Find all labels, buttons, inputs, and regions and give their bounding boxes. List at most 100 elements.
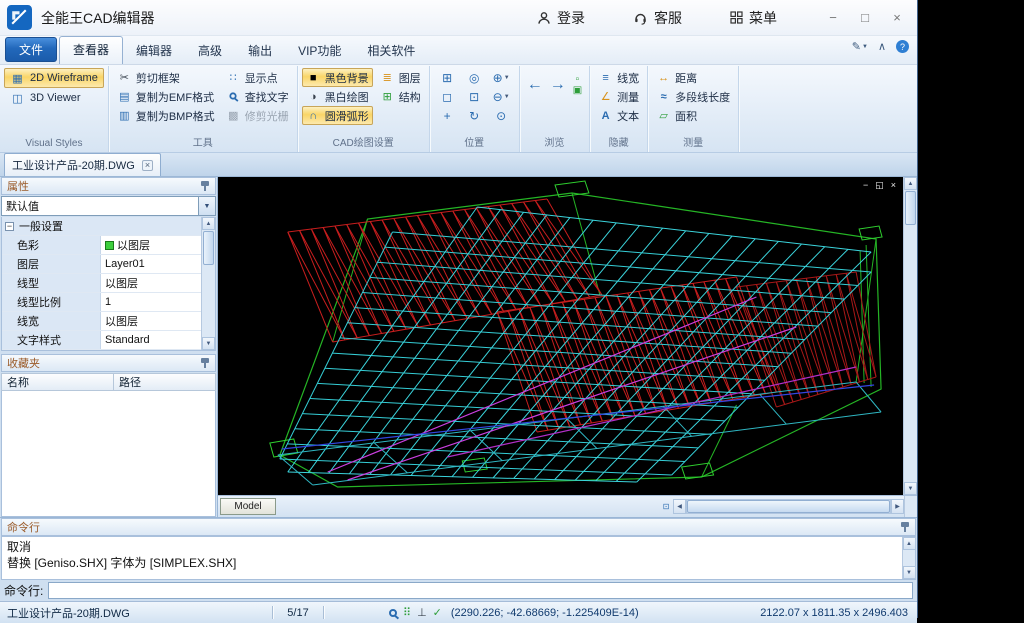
pan-button[interactable]: ⊞ [434, 68, 461, 87]
scroll-down-icon[interactable]: ▼ [904, 482, 917, 495]
measure-toggle-button[interactable]: ∠ 测量 [594, 87, 643, 106]
text-toggle-button[interactable]: A 文本 [594, 106, 643, 125]
collapse-ribbon-button[interactable]: ∧ [878, 40, 886, 53]
scroll-thumb[interactable] [905, 191, 916, 225]
quick-style-button[interactable]: ✎ ▼ [852, 40, 868, 53]
3d-viewer-button[interactable]: ◫ 3D Viewer [4, 88, 104, 108]
drawing-canvas[interactable]: − ◱ × [218, 177, 903, 495]
pin-icon[interactable] [200, 180, 210, 192]
zoom-all-button[interactable]: + [434, 106, 461, 125]
center-view-button[interactable]: ⊙ [488, 106, 515, 125]
black-background-button[interactable]: ■ 黑色背景 [302, 68, 373, 87]
collapse-box-icon[interactable] [5, 222, 14, 231]
pages-icon[interactable]: ▣ [573, 85, 582, 96]
maximize-button[interactable]: □ [849, 5, 881, 31]
favorites-col-path[interactable]: 路径 [113, 373, 216, 391]
layout-options-icon[interactable]: ⊡ [659, 499, 673, 514]
property-value[interactable]: 以图层 [101, 312, 201, 330]
document-tab[interactable]: 工业设计产品-20期.DWG × [4, 153, 161, 176]
command-input[interactable] [48, 582, 913, 599]
command-scrollbar[interactable]: ▲ ▼ [902, 537, 915, 579]
close-button[interactable]: × [881, 5, 913, 31]
viewport-restore-icon[interactable]: ◱ [875, 180, 884, 190]
scroll-thumb[interactable] [687, 500, 890, 513]
layers-button[interactable]: ≣ 图层 [376, 68, 425, 87]
line-width-button[interactable]: ≡ 线宽 [594, 68, 643, 87]
grid-snap-icon[interactable]: ⠿ [403, 606, 411, 619]
property-value[interactable]: Standard [101, 331, 201, 349]
viewport-close-icon[interactable]: × [891, 180, 896, 190]
chevron-down-icon[interactable]: ▼ [198, 197, 215, 215]
scroll-up-icon[interactable]: ▲ [903, 537, 916, 550]
property-grid-scrollbar[interactable]: ▲ ▼ [201, 217, 215, 350]
rotate-view-button[interactable]: ↻ [461, 106, 488, 125]
viewport-minimize-icon[interactable]: − [863, 180, 868, 190]
pin-icon[interactable] [900, 521, 910, 533]
distance-button[interactable]: ↔ 距离 [652, 68, 734, 87]
area-button[interactable]: ▱ 面积 [652, 106, 734, 125]
bw-drawing-button[interactable]: ◑ 黑白绘图 [302, 87, 373, 106]
scroll-right-icon[interactable]: ▶ [891, 499, 904, 514]
3d-viewer-label: 3D Viewer [30, 92, 81, 104]
property-preset-dropdown[interactable]: 默认值 ▼ [1, 196, 216, 216]
support-button[interactable]: 客服 [625, 3, 690, 33]
scroll-up-icon[interactable]: ▲ [904, 177, 917, 190]
command-line-1: 取消 [7, 539, 899, 555]
trim-raster-button[interactable]: ▩ 修剪光栅 [222, 106, 293, 125]
2d-wireframe-button[interactable]: ▦ 2D Wireframe [4, 68, 104, 88]
pin-icon[interactable] [200, 357, 210, 369]
property-grid: 一般设置 色彩 以图层 图层 Layer01 线型 [1, 217, 216, 351]
structure-button[interactable]: ⊞ 结构 [376, 87, 425, 106]
horizontal-scrollbar[interactable] [686, 499, 891, 514]
tab-output[interactable]: 输出 [235, 38, 285, 64]
copy-bmp-button[interactable]: ▥ 复制为BMP格式 [113, 106, 219, 125]
scroll-thumb[interactable] [203, 231, 214, 265]
scroll-down-icon[interactable]: ▼ [903, 566, 916, 579]
zoom-extents-button[interactable]: ◻ [434, 87, 461, 106]
back-button[interactable]: ← [527, 77, 543, 93]
property-name: 线宽 [2, 312, 101, 330]
forward-button[interactable]: → [550, 77, 566, 93]
find-text-button[interactable]: 查找文字 [222, 87, 293, 106]
vertical-scrollbar[interactable]: ▲ ▼ [903, 177, 917, 495]
scroll-down-icon[interactable]: ▼ [202, 337, 215, 350]
tab-viewer[interactable]: 查看器 [59, 36, 123, 64]
clip-frame-button[interactable]: ✂ 剪切框架 [113, 68, 219, 87]
tab-advanced[interactable]: 高级 [185, 38, 235, 64]
magnifier-icon[interactable] [389, 609, 397, 617]
menu-button[interactable]: 菜单 [722, 3, 785, 33]
zoom-window-button[interactable]: ◎ [461, 68, 488, 87]
show-points-button[interactable]: ∷ 显示点 [222, 68, 293, 87]
zoom-in-button[interactable]: ⊕▼ [488, 68, 515, 87]
zoom-out-button[interactable]: ⊖▼ [488, 87, 515, 106]
property-value[interactable]: 以图层 [101, 236, 201, 254]
document-tab-close-icon[interactable]: × [142, 160, 153, 171]
property-value[interactable]: 1 [101, 293, 201, 311]
command-history[interactable]: 取消 替换 [Geniso.SHX] 字体为 [SIMPLEX.SHX] ▲ ▼ [1, 536, 916, 580]
ortho-icon[interactable]: ⊥ [417, 606, 427, 619]
page-icon[interactable]: ▫ [573, 74, 582, 85]
smooth-arc-button[interactable]: ∩ 圆滑弧形 [302, 106, 373, 125]
property-name: 线型比例 [2, 293, 101, 311]
property-group-row[interactable]: 一般设置 [2, 217, 201, 236]
favorites-list[interactable] [1, 391, 216, 517]
zoom-selected-button[interactable]: ⊡ [461, 87, 488, 106]
copy-emf-button[interactable]: ▤ 复制为EMF格式 [113, 87, 219, 106]
tab-file[interactable]: 文件 [5, 37, 57, 62]
favorites-col-name[interactable]: 名称 [1, 373, 114, 391]
tab-editor[interactable]: 编辑器 [123, 38, 185, 64]
check-icon[interactable]: ✓ [433, 606, 442, 619]
help-button[interactable]: ? [896, 40, 909, 53]
property-name: 文字样式 [2, 331, 101, 349]
property-value[interactable]: 以图层 [101, 274, 201, 292]
scroll-left-icon[interactable]: ◀ [673, 499, 686, 514]
polyline-length-button[interactable]: ≈ 多段线长度 [652, 87, 734, 106]
tab-vip[interactable]: VIP功能 [285, 38, 354, 64]
minimize-button[interactable]: − [817, 5, 849, 31]
scroll-up-icon[interactable]: ▲ [202, 217, 215, 230]
model-tab[interactable]: Model [220, 498, 276, 515]
color-swatch [105, 241, 114, 250]
login-button[interactable]: 登录 [529, 3, 593, 33]
tab-related[interactable]: 相关软件 [354, 38, 428, 64]
property-value[interactable]: Layer01 [101, 255, 201, 273]
